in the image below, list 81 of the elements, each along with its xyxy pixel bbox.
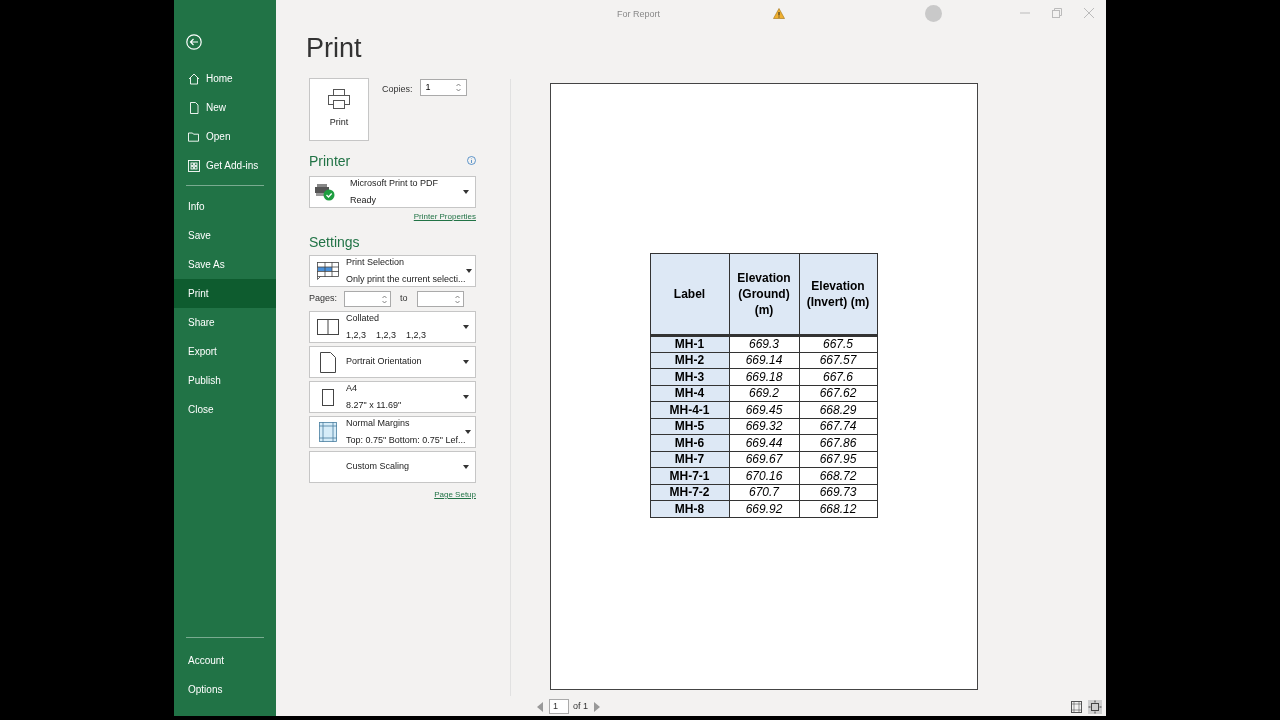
zoom-to-page-icon[interactable] (1088, 699, 1102, 714)
setting-title: Collated (346, 312, 381, 325)
info-icon[interactable] (467, 156, 476, 165)
printer-properties-link[interactable]: Printer Properties (413, 211, 476, 223)
setting-title: Normal Margins (346, 417, 411, 430)
copies-label: Copies: (382, 83, 413, 96)
sidebar-item[interactable]: Account (174, 646, 276, 675)
dropdown-caret-icon[interactable] (463, 360, 469, 364)
portrait-page-icon (320, 351, 336, 373)
page-count: of 1 (573, 699, 588, 713)
sidebar-item[interactable]: New (174, 93, 276, 122)
sidebar-item[interactable]: Publish (174, 366, 276, 395)
settings-dropdown[interactable]: Collated 1,2,3 1,2,3 1,2,3 (309, 311, 476, 343)
settings-dropdown[interactable]: Normal Margins Top: 0.75" Bottom: 0.75" Lef... (309, 416, 476, 448)
folder-icon (188, 130, 200, 143)
warning-icon (773, 7, 785, 19)
page-setup-link[interactable]: Page Setup (434, 489, 476, 501)
setting-detail: Top: 0.75" Bottom: 0.75" Lef... (346, 433, 466, 447)
printer-status: Ready (350, 193, 377, 207)
document-icon (188, 101, 200, 114)
sidebar-item[interactable]: Get Add-ins (174, 151, 276, 180)
collated-pages-icon (317, 319, 339, 335)
column-header: Label (650, 253, 729, 336)
page-title: Print (306, 35, 363, 65)
home-icon (188, 72, 200, 85)
dropdown-caret-icon[interactable] (465, 269, 472, 273)
from-page-field[interactable] (344, 291, 392, 307)
paper-size-icon (322, 388, 334, 406)
add-ins-icon (188, 159, 200, 172)
settings-dropdown[interactable]: Custom Scaling (309, 451, 476, 483)
restore-icon[interactable] (1052, 8, 1062, 18)
close-icon[interactable] (1084, 8, 1094, 18)
previous-page-icon[interactable] (537, 701, 543, 712)
pages-label: Pages: (309, 292, 338, 306)
sidebar-item[interactable]: Home (174, 64, 276, 93)
spinner-icon[interactable] (382, 294, 388, 304)
section-heading: Printer (309, 152, 351, 171)
selection-grid-icon (317, 262, 339, 280)
sidebar-item[interactable]: Open (174, 122, 276, 151)
page-number-field[interactable]: 1 (549, 699, 569, 714)
dropdown-caret-icon[interactable] (463, 190, 469, 194)
sidebar-item[interactable]: Save (174, 221, 276, 250)
dropdown-caret-icon[interactable] (463, 395, 469, 399)
next-page-icon[interactable] (594, 701, 600, 712)
settings-dropdown[interactable]: A4 8.27" x 11.69" (309, 381, 476, 413)
setting-detail: Only print the current selecti... (346, 272, 466, 286)
window-title: For Report (617, 8, 660, 21)
margins-icon (319, 422, 337, 442)
sidebar-item[interactable]: Export (174, 337, 276, 366)
printer-name: Microsoft Print to PDF (350, 177, 440, 190)
settings-dropdown[interactable]: Portrait Orientation (309, 346, 476, 378)
setting-title: Portrait Orientation (346, 355, 423, 369)
printer-dropdown[interactable]: Microsoft Print to PDF Ready (309, 176, 476, 208)
setting-title: Print Selection (346, 256, 406, 269)
spinner-icon[interactable] (454, 294, 460, 304)
sidebar-item[interactable]: Print (174, 279, 276, 308)
column-header: Elevation (Ground) (m) (729, 253, 799, 336)
print-button[interactable]: Print (309, 78, 369, 141)
sidebar-item[interactable]: Info (174, 192, 276, 221)
sidebar-item[interactable]: Options (174, 675, 276, 704)
printer-icon (328, 89, 350, 110)
dropdown-caret-icon[interactable] (463, 465, 469, 469)
sidebar-item[interactable]: Close (174, 395, 276, 424)
setting-detail: 1,2,3 1,2,3 1,2,3 (346, 328, 428, 342)
printer-ready-icon (314, 183, 336, 201)
section-heading: Settings (308, 233, 361, 252)
sidebar-item[interactable]: Save As (174, 250, 276, 279)
dropdown-caret-icon[interactable] (465, 430, 472, 434)
show-margins-icon[interactable] (1071, 700, 1082, 713)
dropdown-caret-icon[interactable] (463, 325, 469, 329)
spinner-icon[interactable] (455, 83, 461, 92)
setting-title: Custom Scaling (346, 460, 411, 474)
to-page-field[interactable] (416, 291, 464, 307)
copies-field[interactable]: 1 (419, 79, 467, 96)
avatar[interactable] (925, 4, 942, 22)
settings-dropdown[interactable]: Print Selection Only print the current selecti... (309, 255, 476, 287)
to-label: to (400, 292, 408, 306)
sidebar-item[interactable]: Share (174, 308, 276, 337)
setting-detail: 8.27" x 11.69" (346, 398, 403, 412)
setting-title: A4 (346, 382, 358, 395)
column-header: Elevation (Invert) (m) (799, 253, 877, 336)
